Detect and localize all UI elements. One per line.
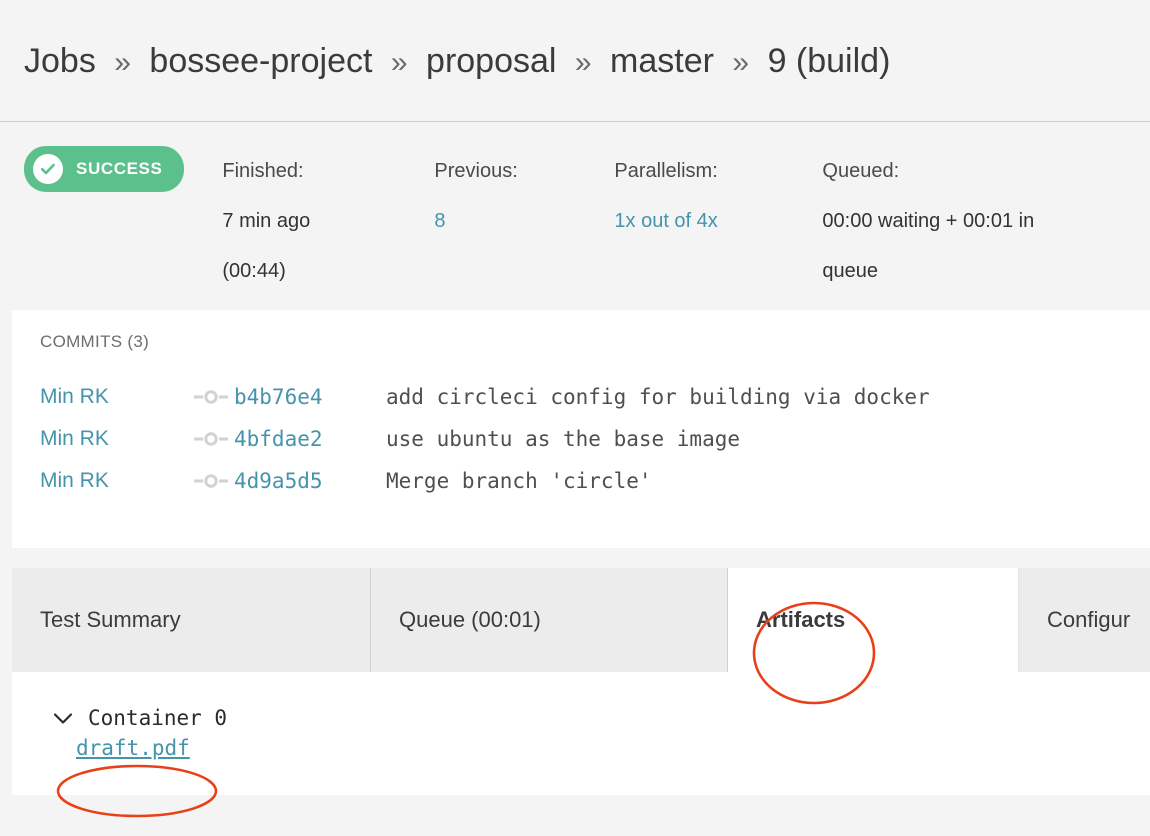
tab-queue-label: Queue (00:01) <box>399 607 541 632</box>
stat-parallelism-label: Parallelism: <box>614 160 718 182</box>
commit-row: Min RK 4bfdae2 use ubuntu as the base im… <box>40 418 1150 460</box>
stat-previous-label: Previous: <box>434 160 518 182</box>
stat-queued-value: 00:00 waiting + 00:01 in <box>822 210 1035 232</box>
status-badge-label: SUCCESS <box>76 159 163 178</box>
tab-configuration-label: Configur <box>1047 607 1131 632</box>
commit-subject: Merge branch 'circle' <box>386 469 652 493</box>
artifacts-panel: Container 0 draft.pdf <box>12 672 1150 795</box>
commit-subject: use ubuntu as the base image <box>386 427 741 451</box>
status-badge: SUCCESS <box>24 146 185 192</box>
commit-row: Min RK b4b76e4 add circleci config for b… <box>40 376 1150 418</box>
artifact-container-row[interactable]: Container 0 <box>52 706 1150 730</box>
tab-queue[interactable]: Queue (00:01) <box>371 568 728 672</box>
build-stats: Finished: 7 min ago (00:44) Previous: 8 … <box>222 146 1126 296</box>
tab-test-summary[interactable]: Test Summary <box>12 568 371 672</box>
commits-title: COMMITS (3) <box>40 332 150 351</box>
commit-row: Min RK 4d9a5d5 Merge branch 'circle' <box>40 460 1150 502</box>
commit-subject: add circleci config for building via doc… <box>386 385 930 409</box>
commits-panel: COMMITS (3) Min RK b4b76e4 add circleci … <box>12 310 1150 548</box>
stat-parallelism-value: 1x out of 4x <box>614 196 786 246</box>
page-header: Jobs » bossee-project » proposal » maste… <box>0 0 1150 122</box>
commit-hash[interactable]: b4b76e4 <box>234 385 386 409</box>
tab-bar: Test Summary Queue (00:01) Artifacts Con… <box>12 568 1150 672</box>
artifact-draft-pdf[interactable]: draft.pdf <box>76 736 190 760</box>
stat-previous-value: 8 <box>434 196 578 246</box>
stat-queued-label: Queued: <box>822 160 900 182</box>
stat-parallelism: Parallelism: 1x out of 4x <box>614 146 786 246</box>
stat-finished-label: Finished: <box>222 160 304 182</box>
check-circle-icon <box>33 154 63 184</box>
commit-hash[interactable]: 4d9a5d5 <box>234 469 386 493</box>
breadcrumb-item-repo[interactable]: proposal <box>426 42 556 80</box>
stat-finished-value: 7 min ago <box>222 210 311 232</box>
commit-author[interactable]: Min RK <box>40 385 188 409</box>
breadcrumb-separator: » <box>114 45 131 79</box>
breadcrumb-separator: » <box>574 45 592 79</box>
stat-queued-value-cont: queue <box>822 260 879 282</box>
breadcrumb-item-build[interactable]: 9 (build) <box>768 42 891 80</box>
commit-node-icon <box>188 390 234 404</box>
commit-node-icon <box>188 432 234 446</box>
tab-test-summary-label: Test Summary <box>40 607 181 632</box>
breadcrumb-item-project[interactable]: bossee-project <box>149 42 372 80</box>
stat-previous: Previous: 8 <box>434 146 578 246</box>
previous-build-link[interactable]: 8 <box>434 210 445 232</box>
breadcrumb: Jobs » bossee-project » proposal » maste… <box>24 44 890 78</box>
commit-author-link[interactable]: Min RK <box>40 427 109 450</box>
commit-node-icon <box>188 474 234 488</box>
commit-hash-link[interactable]: 4d9a5d5 <box>234 469 323 493</box>
commit-author[interactable]: Min RK <box>40 469 188 493</box>
artifact-file-row: draft.pdf <box>52 736 1150 760</box>
commit-author-link[interactable]: Min RK <box>40 469 109 492</box>
tab-bar-wrapper: Test Summary Queue (00:01) Artifacts Con… <box>0 568 1150 672</box>
artifact-container-label: Container 0 <box>88 706 228 730</box>
commit-hash-link[interactable]: b4b76e4 <box>234 385 323 409</box>
tab-artifacts-label: Artifacts <box>756 607 846 632</box>
breadcrumb-separator: » <box>390 45 408 79</box>
tab-artifacts[interactable]: Artifacts <box>728 568 1019 672</box>
breadcrumb-item-branch[interactable]: master <box>610 42 714 80</box>
parallelism-link[interactable]: 1x out of 4x <box>614 210 717 232</box>
commit-hash[interactable]: 4bfdae2 <box>234 427 386 451</box>
commit-author[interactable]: Min RK <box>40 427 188 451</box>
breadcrumb-item-jobs[interactable]: Jobs <box>24 42 96 80</box>
breadcrumb-separator: » <box>732 45 750 79</box>
build-status-bar: SUCCESS Finished: 7 min ago (00:44) Prev… <box>0 122 1150 310</box>
stat-finished: Finished: 7 min ago (00:44) <box>222 146 398 296</box>
stat-queued: Queued: 00:00 waiting + 00:01 in queue <box>822 146 1112 296</box>
commit-hash-link[interactable]: 4bfdae2 <box>234 427 323 451</box>
chevron-down-icon[interactable] <box>52 712 74 725</box>
commit-author-link[interactable]: Min RK <box>40 385 109 408</box>
tab-configuration[interactable]: Configur <box>1019 568 1150 672</box>
stat-finished-duration: (00:44) <box>222 260 286 282</box>
